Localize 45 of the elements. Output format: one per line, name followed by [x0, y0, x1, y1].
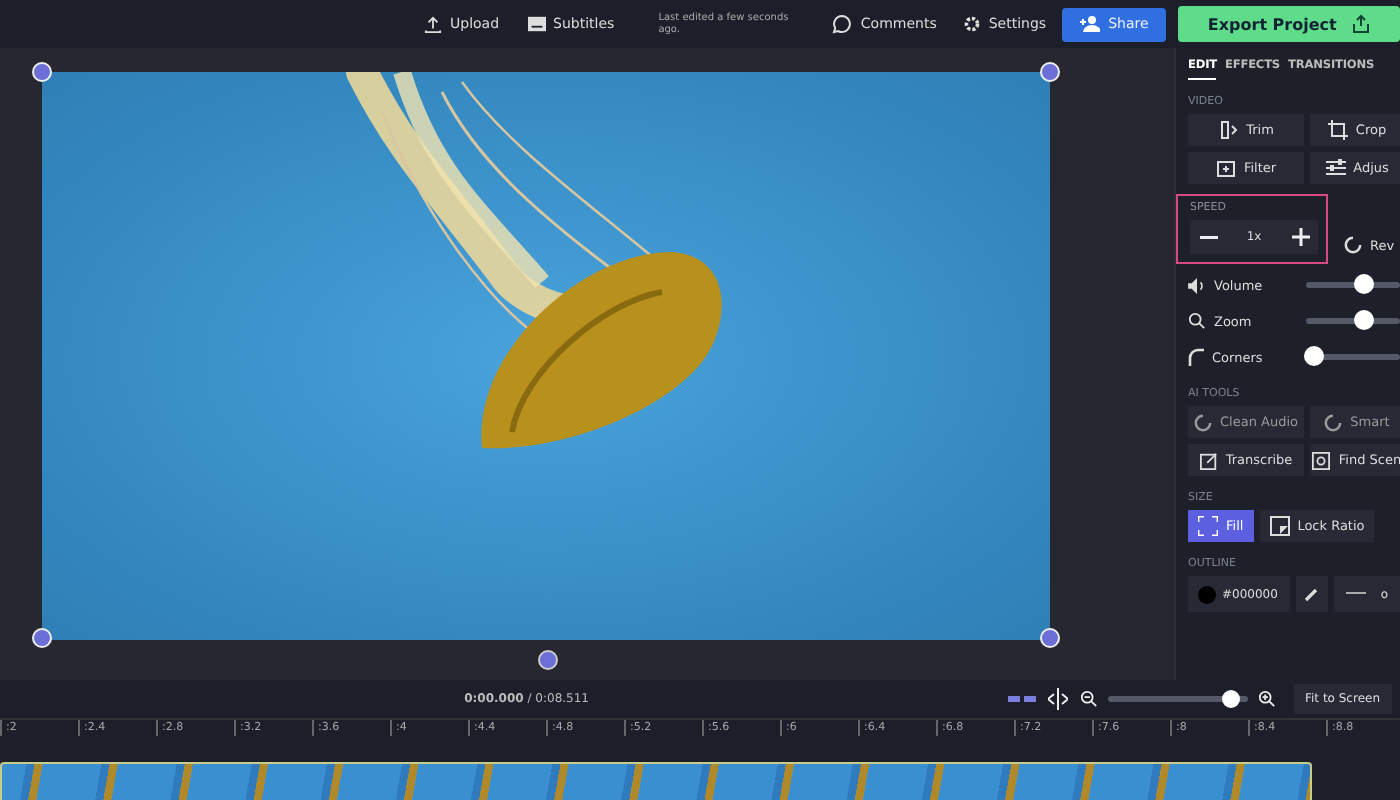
spinner-icon — [1324, 413, 1343, 431]
resize-handle[interactable] — [32, 628, 52, 648]
plus-icon — [1291, 228, 1309, 246]
spinner-icon — [1194, 413, 1212, 431]
resize-handle[interactable] — [1040, 628, 1060, 648]
color-swatch — [1198, 585, 1216, 603]
comment-icon — [832, 14, 853, 34]
scan-icon — [1312, 451, 1331, 469]
video-clip-thumbnails[interactable] — [0, 762, 1312, 800]
slider-thumb[interactable] — [1303, 346, 1324, 366]
eyedropper-icon — [1304, 586, 1321, 602]
corner-icon — [1188, 348, 1204, 366]
sliders-icon — [1325, 158, 1346, 178]
speaker-icon — [1188, 277, 1206, 293]
dashes-icon — [1007, 695, 1035, 703]
crop-icon — [1327, 120, 1348, 140]
zoom-out-button[interactable] — [1077, 685, 1099, 713]
split-icon — [1047, 688, 1067, 710]
subtitles-icon — [527, 16, 546, 32]
resize-handle[interactable] — [32, 62, 52, 82]
edit-icon — [1199, 451, 1218, 469]
eyedropper-button[interactable] — [1295, 576, 1329, 612]
add-person-icon — [1080, 16, 1101, 32]
minus-icon — [1199, 235, 1217, 239]
zoom-in-button[interactable] — [1255, 685, 1277, 713]
resize-handle[interactable] — [1040, 62, 1060, 82]
zoom-in-icon — [1257, 690, 1275, 708]
upload-icon — [424, 15, 442, 33]
export-project-button[interactable]: Export Project — [1178, 6, 1400, 42]
filter-icon — [1215, 158, 1236, 178]
split-button[interactable] — [1045, 685, 1069, 713]
line-icon — [1346, 592, 1367, 596]
share-icon — [1352, 14, 1371, 34]
zoom-slider-track[interactable] — [1107, 696, 1247, 702]
zoom-icon — [1188, 312, 1206, 330]
slider-thumb[interactable] — [1354, 274, 1375, 294]
expand-icon — [1198, 516, 1218, 536]
trim-icon — [1218, 120, 1239, 140]
rotate-handle[interactable] — [538, 650, 558, 670]
settings-icon — [964, 16, 981, 32]
zoom-out-icon — [1079, 690, 1097, 708]
slider-thumb[interactable] — [1354, 310, 1375, 330]
slider-thumb[interactable] — [1222, 690, 1241, 708]
spinner-icon — [1344, 236, 1362, 254]
aspect-ratio-icon — [1269, 516, 1290, 536]
